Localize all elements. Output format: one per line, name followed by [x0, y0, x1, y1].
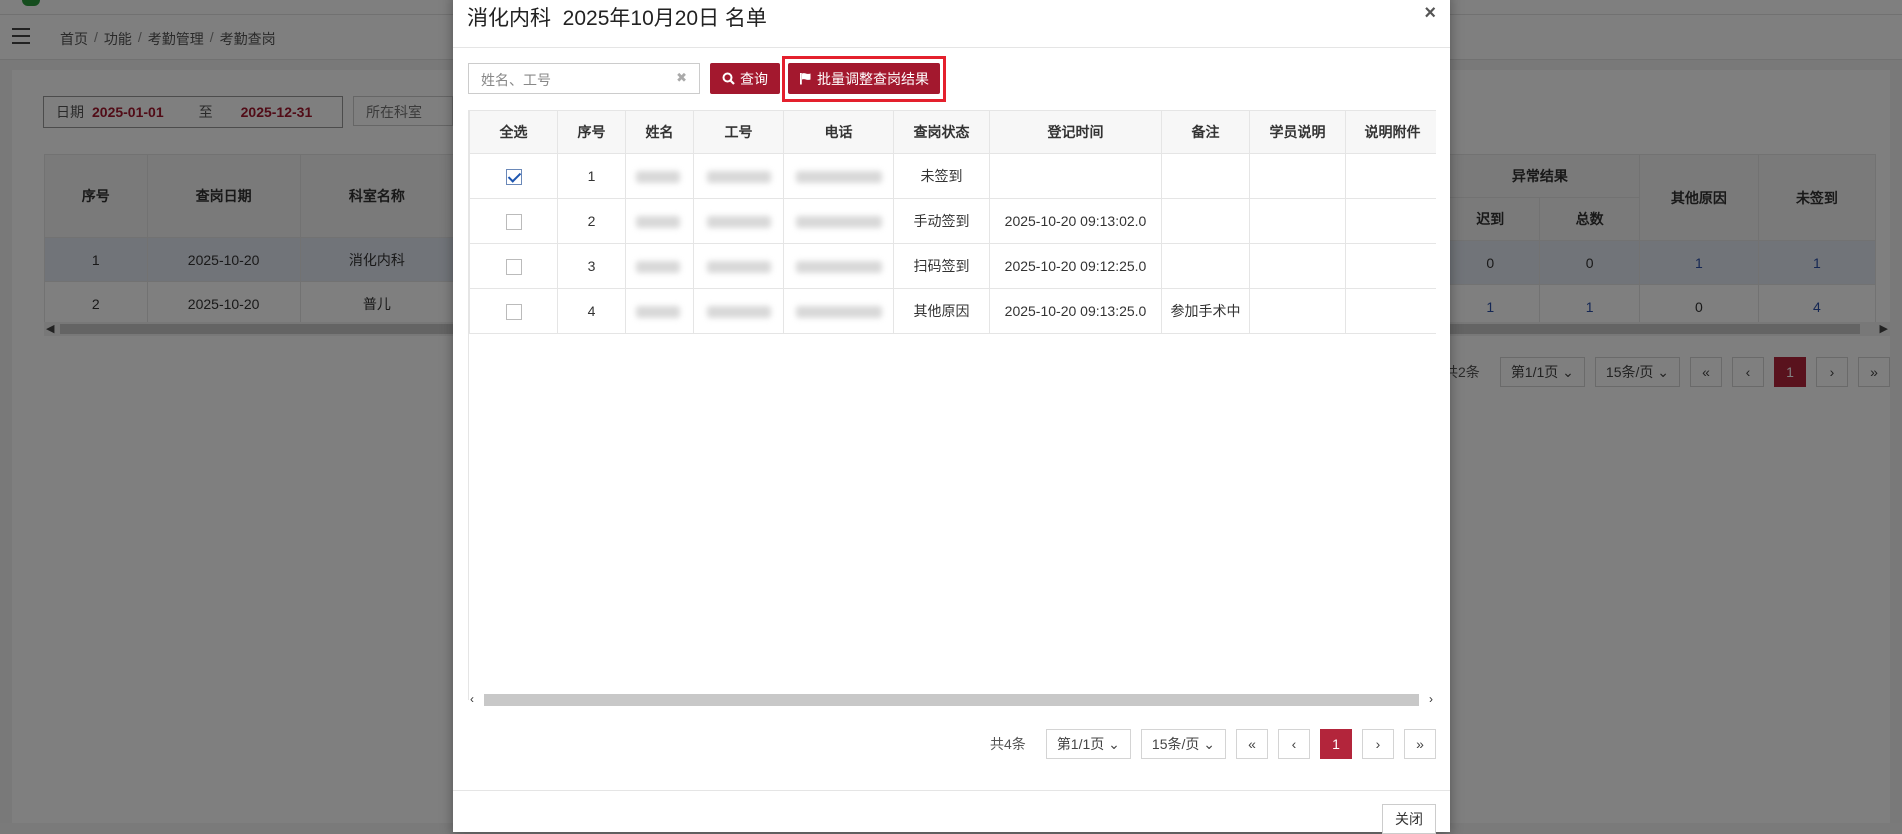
table-row[interactable]: 3 扫码签到 2025-10-20 09:12:25.0	[469, 243, 1436, 289]
cell-time: 2025-10-20 09:13:02.0	[989, 198, 1162, 244]
cell-status: 扫码签到	[893, 243, 990, 289]
table-header-row: 全选 序号 姓名 工号 电话 查岗状态 登记时间 备注 学员说明 说明附件	[469, 110, 1436, 154]
cell-phone-blurred	[783, 153, 894, 199]
cell-note	[1161, 243, 1250, 289]
scroll-right-icon[interactable]: ›	[1429, 692, 1433, 706]
table-row[interactable]: 1 未签到	[469, 153, 1436, 199]
clear-icon[interactable]: ✖	[676, 70, 687, 86]
cell-attachment	[1345, 243, 1436, 289]
chevron-down-icon: ⌄	[1203, 735, 1215, 752]
cell-explanation	[1249, 243, 1346, 289]
cell-note	[1161, 198, 1250, 244]
cell-status: 其他原因	[893, 288, 990, 334]
cell-status: 未签到	[893, 153, 990, 199]
scroll-left-icon[interactable]: ‹	[470, 692, 474, 706]
cell-phone-blurred	[783, 198, 894, 244]
first-page-button[interactable]: «	[1236, 729, 1268, 759]
modal-horizontal-scrollbar[interactable]: ‹ ›	[468, 692, 1435, 708]
total-count: 共4条	[990, 736, 1026, 752]
last-page-button[interactable]: »	[1404, 729, 1436, 759]
row-checkbox[interactable]	[505, 258, 522, 275]
row-checkbox[interactable]	[505, 168, 522, 185]
cell-no: 1	[557, 153, 626, 199]
current-page-button[interactable]: 1	[1320, 729, 1352, 759]
divider	[453, 790, 1450, 791]
cell-attachment	[1345, 153, 1436, 199]
row-checkbox[interactable]	[505, 213, 522, 230]
cell-attachment	[1345, 198, 1436, 244]
search-icon	[722, 72, 735, 85]
cell-no: 4	[557, 288, 626, 334]
cell-note	[1161, 153, 1250, 199]
cell-explanation	[1249, 288, 1346, 334]
page-select-label: 第1/1页	[1056, 736, 1105, 752]
col-header-select-all[interactable]: 全选	[469, 110, 558, 154]
search-button-label: 查询	[740, 70, 768, 87]
cell-name-blurred	[625, 243, 694, 289]
col-header-name: 姓名	[625, 110, 694, 154]
cell-explanation	[1249, 153, 1346, 199]
search-button[interactable]: 查询	[710, 63, 780, 94]
batch-adjust-button[interactable]: 批量调整查岗结果	[788, 63, 940, 94]
col-header-no: 序号	[557, 110, 626, 154]
divider	[453, 47, 1450, 48]
search-input[interactable]	[479, 64, 673, 95]
modal-title: 消化内科 2025年10月20日 名单	[467, 7, 767, 30]
cell-status: 手动签到	[893, 198, 990, 244]
table-row[interactable]: 4 其他原因 2025-10-20 09:13:25.0 参加手术中	[469, 288, 1436, 334]
col-header-staff-id: 工号	[693, 110, 784, 154]
roster-modal: 消化内科 2025年10月20日 名单 × ✖ 查询 批量调整查岗结果 全选 序…	[453, 0, 1450, 834]
cell-time: 2025-10-20 09:13:25.0	[989, 288, 1162, 334]
col-header-explanation: 学员说明	[1249, 110, 1346, 154]
cell-explanation	[1249, 198, 1346, 244]
cell-staff-id-blurred	[693, 288, 784, 334]
cell-time	[989, 153, 1162, 199]
modal-pagination: 共4条 第1/1页 ⌄ 15条/页 ⌄ « ‹ 1 › »	[990, 729, 1436, 759]
per-page-select[interactable]: 15条/页 ⌄	[1140, 729, 1226, 759]
col-header-attachment: 说明附件	[1345, 110, 1436, 154]
cell-note: 参加手术中	[1161, 288, 1250, 334]
cell-staff-id-blurred	[693, 153, 784, 199]
cell-name-blurred	[625, 198, 694, 244]
col-header-phone: 电话	[783, 110, 894, 154]
flag-icon	[800, 73, 811, 85]
cell-staff-id-blurred	[693, 198, 784, 244]
cell-attachment	[1345, 288, 1436, 334]
batch-adjust-label: 批量调整查岗结果	[817, 70, 929, 87]
col-header-time: 登记时间	[989, 110, 1162, 154]
cell-staff-id-blurred	[693, 243, 784, 289]
row-checkbox[interactable]	[505, 303, 522, 320]
roster-table: 全选 序号 姓名 工号 电话 查岗状态 登记时间 备注 学员说明 说明附件 1 …	[469, 110, 1436, 334]
cell-phone-blurred	[783, 288, 894, 334]
prev-page-button[interactable]: ‹	[1278, 729, 1310, 759]
search-field[interactable]: ✖	[468, 63, 700, 95]
scroll-thumb[interactable]	[484, 694, 1419, 706]
col-header-note: 备注	[1161, 110, 1250, 154]
col-header-status: 查岗状态	[893, 110, 990, 154]
per-page-label: 15条/页	[1151, 736, 1200, 752]
page-select[interactable]: 第1/1页 ⌄	[1045, 729, 1131, 759]
cell-no: 3	[557, 243, 626, 289]
chevron-down-icon: ⌄	[1108, 735, 1120, 752]
cell-no: 2	[557, 198, 626, 244]
roster-table-wrapper: 全选 序号 姓名 工号 电话 查岗状态 登记时间 备注 学员说明 说明附件 1 …	[468, 110, 1436, 700]
close-button[interactable]: 关闭	[1382, 804, 1436, 834]
cell-name-blurred	[625, 288, 694, 334]
cell-phone-blurred	[783, 243, 894, 289]
table-row[interactable]: 2 手动签到 2025-10-20 09:13:02.0	[469, 198, 1436, 244]
cell-name-blurred	[625, 153, 694, 199]
close-icon[interactable]: ×	[1424, 2, 1436, 25]
cell-time: 2025-10-20 09:12:25.0	[989, 243, 1162, 289]
next-page-button[interactable]: ›	[1362, 729, 1394, 759]
